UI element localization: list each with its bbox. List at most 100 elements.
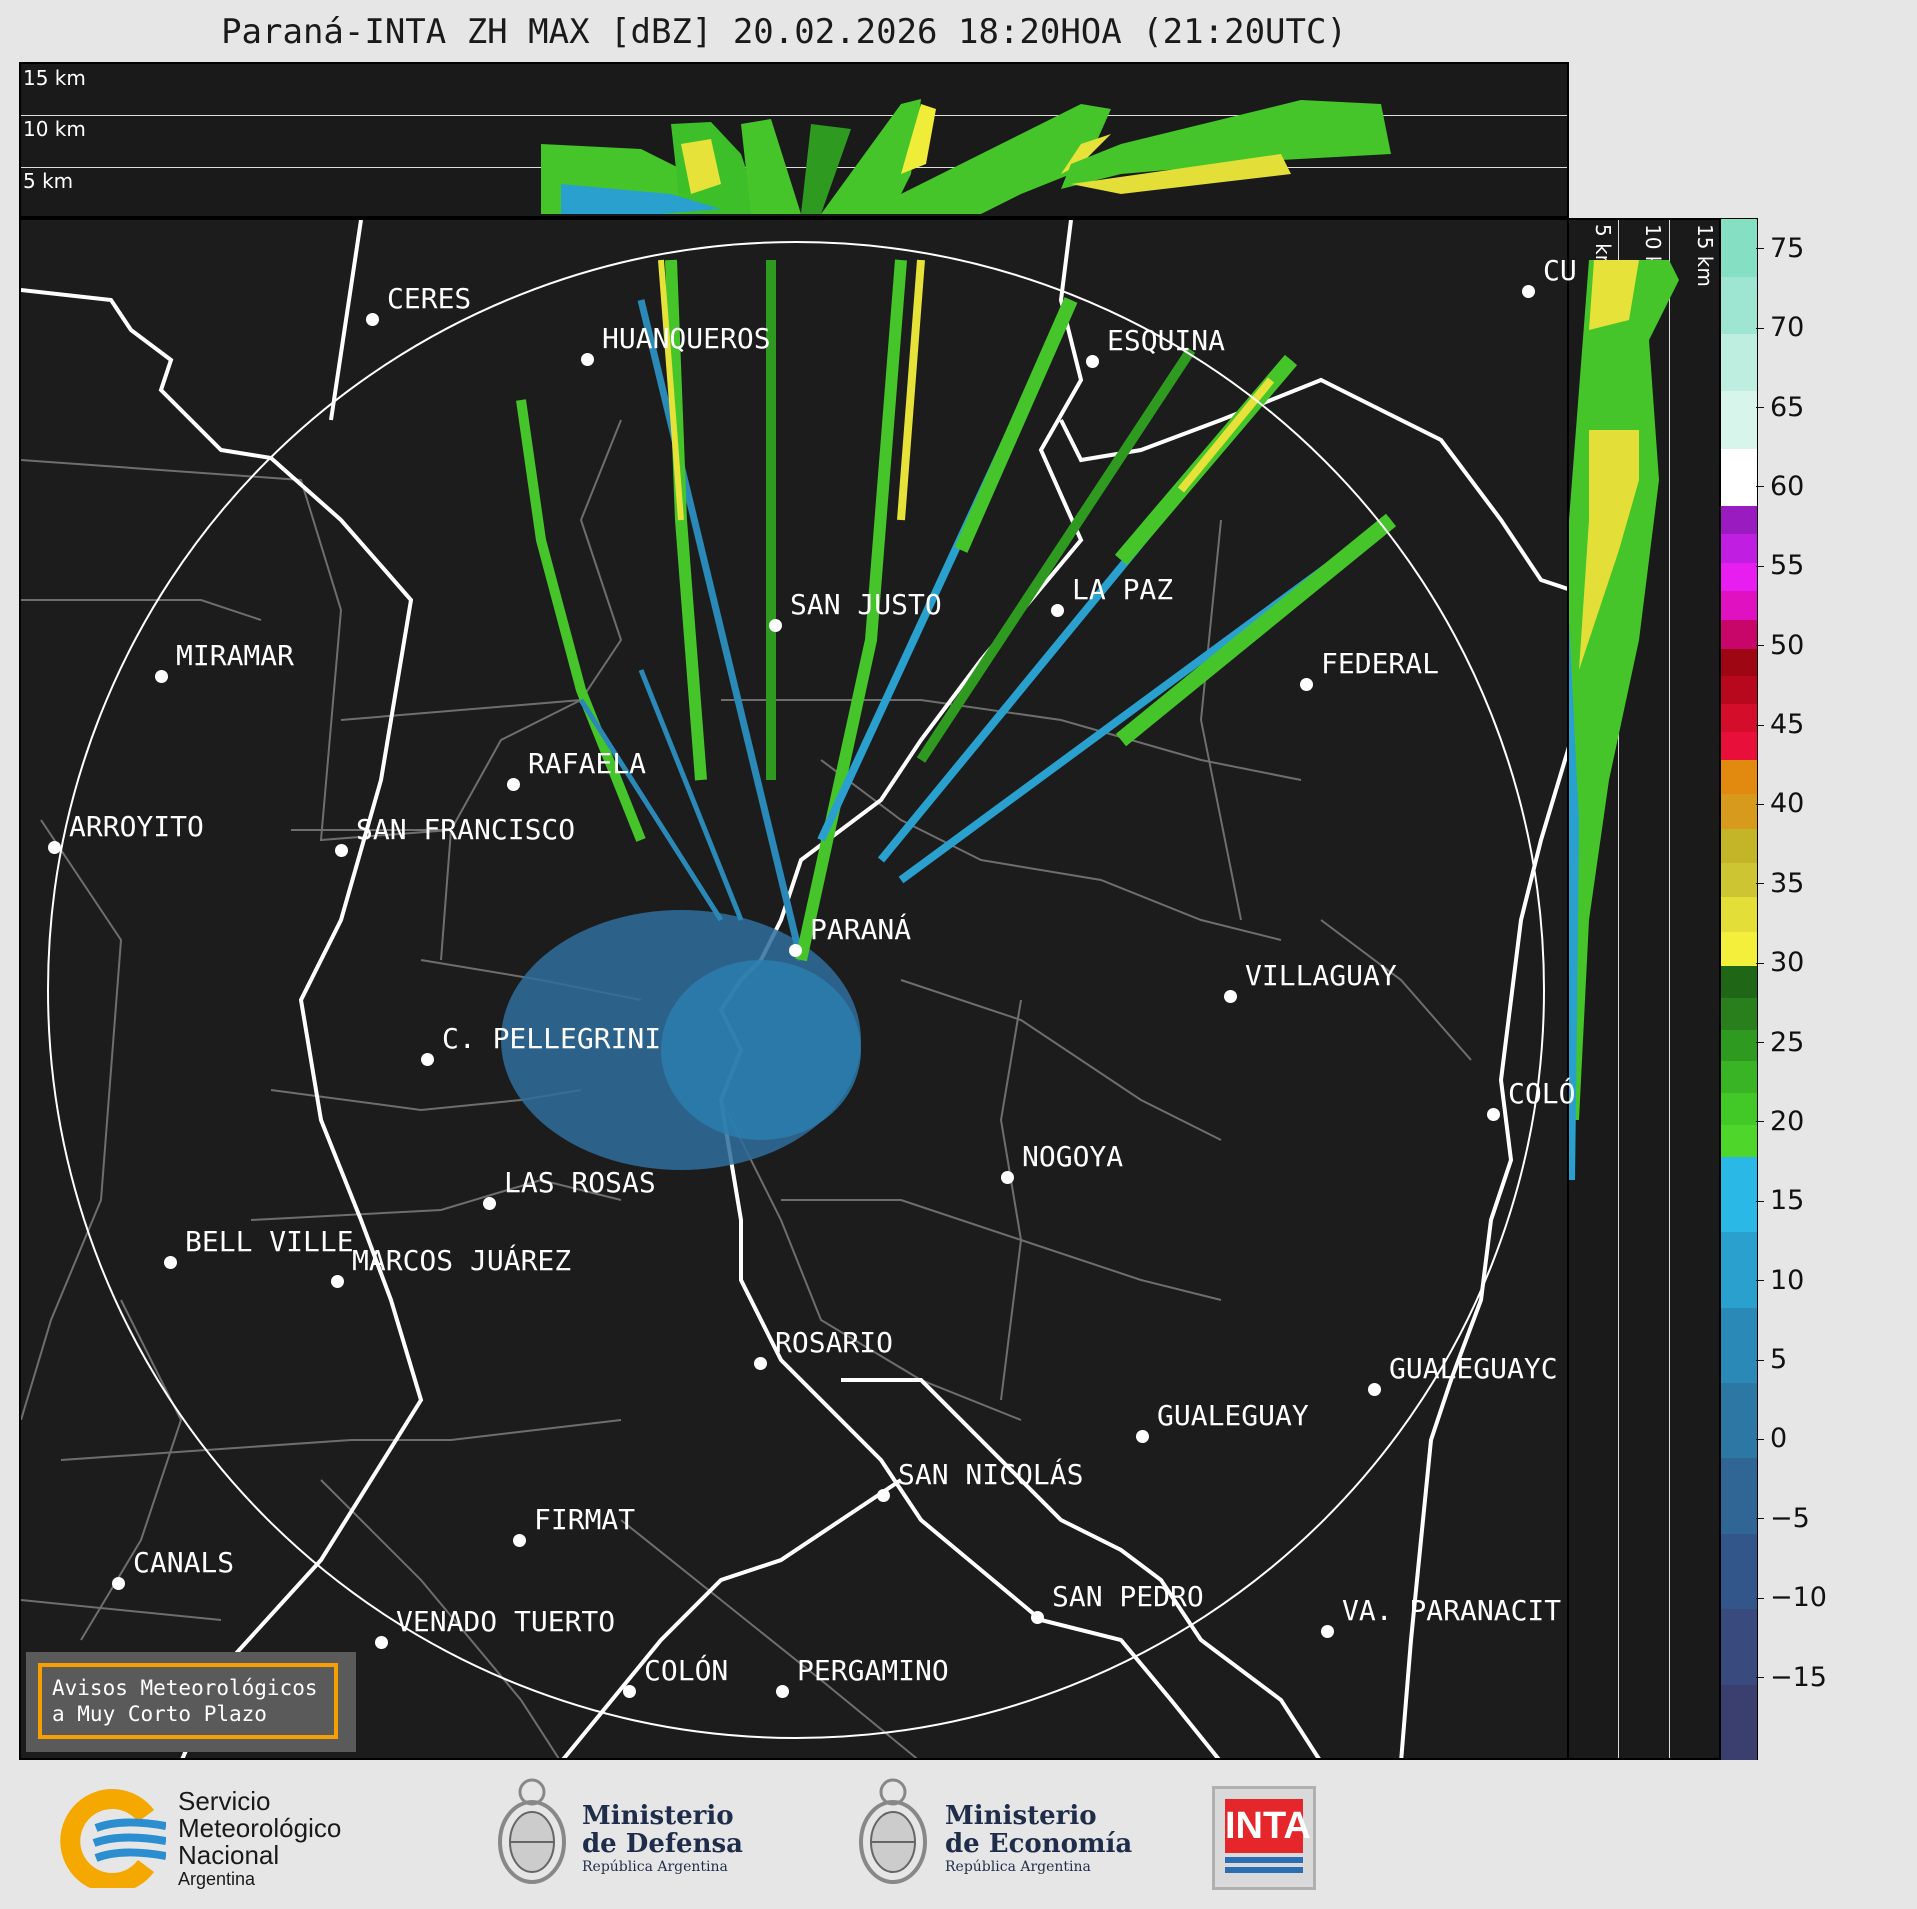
colorbar-tick-label: 60 (1770, 470, 1805, 502)
colorbar-tick-label: 35 (1770, 867, 1805, 899)
boundary-line (21, 819, 123, 1421)
colorbar-segment (1721, 1608, 1757, 1685)
colorbar-tick: 30 (1755, 947, 1805, 979)
colorbar-tick-label: 10 (1770, 1264, 1805, 1296)
economia-logo: Ministerio de Economía República Argenti… (855, 1774, 1135, 1899)
colorbar (1720, 218, 1758, 1760)
colorbar-segment (1721, 1532, 1757, 1610)
smn-logo: Servicio Meteorológico Nacional Argentin… (56, 1788, 386, 1898)
boundary-line (1199, 519, 1242, 921)
city-dot-icon (335, 844, 348, 857)
colorbar-tick-label: 75 (1770, 232, 1805, 264)
echo-ray (1177, 377, 1275, 493)
colorbar-tick: −10 (1756, 1582, 1827, 1614)
colorbar-segment (1721, 675, 1757, 705)
colorbar-tick-label: 50 (1770, 629, 1805, 661)
defensa-logo: Ministerio de Defensa República Argentin… (494, 1774, 754, 1899)
colorbar-segment (1721, 827, 1757, 863)
city-label: FIRMAT (534, 1503, 636, 1536)
city-dot-icon (507, 778, 520, 791)
city-label: C. PELLEGRINI (442, 1022, 662, 1055)
city-dot-icon (769, 619, 782, 632)
colorbar-segment (1721, 1060, 1757, 1094)
city-label: PERGAMINO (797, 1654, 949, 1687)
colorbar-segment (1721, 276, 1757, 335)
city-dot-icon (155, 670, 168, 683)
colorbar-tick-label: 30 (1770, 947, 1805, 979)
colorbar-tick-label: 20 (1770, 1105, 1805, 1137)
city-label: ARROYITO (69, 810, 204, 843)
city-dot-icon (366, 313, 379, 326)
city-dot-icon (375, 1636, 388, 1649)
colorbar-segment (1721, 861, 1757, 898)
notice-line-1: Avisos Meteorológicos (52, 1676, 318, 1700)
colorbar-tick: 75 (1755, 232, 1805, 264)
colorbar-tick: 55 (1755, 550, 1805, 582)
colorbar-segment (1721, 703, 1757, 732)
province-line (841, 1378, 1321, 1758)
colorbar-segment (1721, 533, 1757, 563)
colorbar-tick-label: 55 (1770, 550, 1805, 582)
colorbar-segment (1721, 731, 1757, 760)
colorbar-segment (1721, 1231, 1757, 1308)
coat-of-arms-icon (859, 1778, 927, 1884)
colorbar-segment (1721, 793, 1757, 829)
colorbar-segment (1721, 996, 1757, 1030)
colorbar-segment (1721, 1155, 1757, 1233)
colorbar-segment (1721, 930, 1757, 967)
echo-ray (1115, 513, 1397, 747)
city-label: GUALEGUAYC (1389, 1352, 1558, 1385)
colorbar-tick: 35 (1755, 867, 1805, 899)
colorbar-segment (1721, 1683, 1757, 1760)
smn-line-2: Meteorológico (178, 1813, 342, 1843)
city-dot-icon (331, 1275, 344, 1288)
colorbar-tick-label: 0 (1770, 1423, 1788, 1455)
colorbar-segment (1721, 1092, 1757, 1125)
echo-ray (897, 259, 925, 521)
boundary-line (721, 699, 1302, 781)
city-label: GUALEGUAY (1157, 1399, 1309, 1432)
city-dot-icon (1368, 1383, 1381, 1396)
radar-title: Paraná-INTA ZH MAX [dBZ] 20.02.2026 18:2… (221, 12, 1347, 52)
province-line (329, 220, 363, 421)
colorbar-tick-label: −10 (1770, 1582, 1827, 1614)
colorbar-segment (1721, 1306, 1757, 1383)
colorbar-tick-label: 65 (1770, 391, 1805, 423)
colorbar-segment (1721, 1457, 1757, 1534)
colorbar-tick: −15 (1756, 1662, 1827, 1693)
city-dot-icon (581, 353, 594, 366)
economia-line-1: Ministerio (945, 1801, 1097, 1831)
colorbar-segment (1721, 561, 1757, 592)
city-dot-icon (1300, 678, 1313, 691)
smn-line-4: Argentina (178, 1869, 256, 1889)
city-label: MARCOS JUÁREZ (352, 1244, 572, 1277)
colorbar-tick: 40 (1755, 788, 1804, 819)
city-label: MIRAMAR (176, 639, 295, 672)
city-label: ESQUINA (1107, 324, 1226, 357)
side-echo-profile (1569, 260, 1679, 1180)
boundary-line (999, 999, 1023, 1401)
colorbar-tick: 25 (1755, 1027, 1804, 1058)
coat-of-arms-icon (498, 1778, 566, 1884)
colorbar-segment (1721, 590, 1757, 621)
colorbar-segment (1721, 1381, 1757, 1459)
notice-box[interactable]: Avisos Meteorológicos a Muy Corto Plazo (26, 1652, 356, 1752)
city-dot-icon (789, 944, 802, 957)
notice-line-2: a Muy Corto Plazo (52, 1702, 267, 1726)
city-dot-icon (1086, 355, 1099, 368)
colorbar-tick: 45 (1755, 709, 1804, 740)
colorbar-segment (1721, 219, 1757, 278)
colorbar-segment (1721, 758, 1757, 795)
colorbar-segment (1721, 1028, 1757, 1062)
city-label: BELL VILLE (185, 1225, 354, 1258)
city-dot-icon (623, 1685, 636, 1698)
inta-wordmark: INTA (1225, 1799, 1311, 1853)
city-dot-icon (1321, 1625, 1334, 1638)
city-label: NOGOYA (1022, 1140, 1124, 1173)
city-dot-icon (1001, 1171, 1014, 1184)
colorbar-segment (1721, 647, 1757, 677)
colorbar-tick-label: 5 (1770, 1344, 1788, 1376)
boundary-line (21, 1599, 222, 1621)
city-label: FEDERAL (1321, 647, 1440, 680)
city-label: SAN JUSTO (790, 588, 942, 621)
